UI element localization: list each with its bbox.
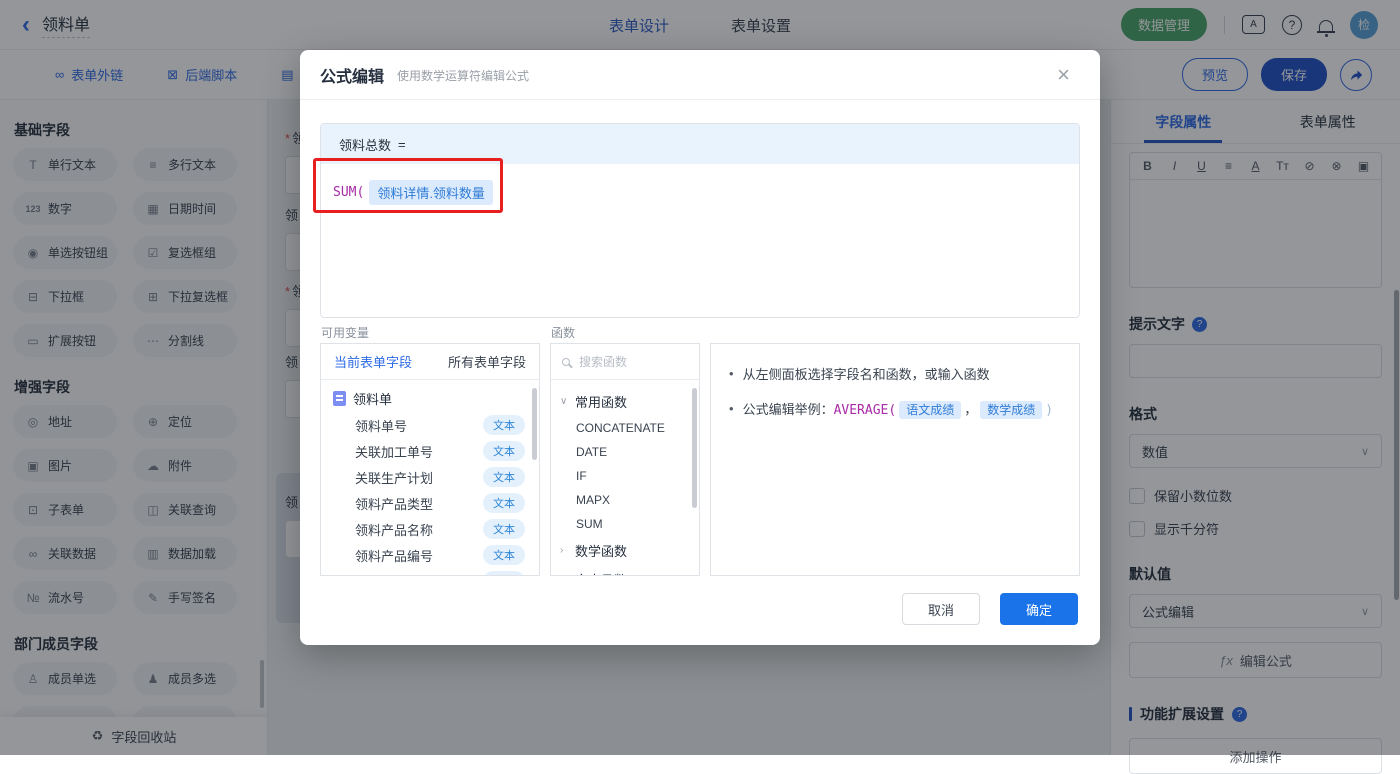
functions-scrollbar[interactable]: [692, 388, 697, 508]
variables-panel: 当前表单字段 所有表单字段 领料单 领料单号文本 关联加工单号文本 关联生产计划…: [320, 343, 540, 576]
formula-close-paren: ): [498, 185, 506, 200]
variable-tree-root[interactable]: 领料单: [321, 380, 539, 412]
type-badge: 文本: [483, 415, 525, 435]
type-badge: 文本: [483, 519, 525, 539]
formula-help-panel: • 从左侧面板选择字段名和函数，或输入函数 • 公式编辑举例：AVERAGE(语…: [710, 343, 1080, 576]
function-search[interactable]: [551, 344, 699, 380]
function-group-math[interactable]: ›数学函数: [551, 536, 699, 565]
dialog-subtitle: 使用数学运算符编辑公式: [397, 67, 529, 84]
help-line-2: 公式编辑举例：AVERAGE(语文成绩，数学成绩): [743, 399, 1054, 418]
search-icon: [562, 358, 570, 366]
tab-all-form-fields[interactable]: 所有表单字段: [448, 352, 526, 371]
example-chip: 数学成绩: [980, 401, 1042, 419]
formula-target: 领料总数: [339, 135, 391, 154]
available-variables-label: 可用变量: [321, 324, 369, 341]
function-group-common[interactable]: ∨常用函数: [551, 387, 699, 416]
cancel-button[interactable]: 取消: [902, 593, 980, 625]
equals-sign: =: [398, 137, 406, 152]
help-line-1: 从左侧面板选择字段名和函数，或输入函数: [743, 364, 990, 383]
functions-panel: ∨常用函数 CONCATENATE DATE IF MAPX SUM ›数学函数…: [550, 343, 700, 576]
formula-variable-chip[interactable]: 领料详情.领料数量: [369, 180, 493, 205]
function-item[interactable]: CONCATENATE: [551, 416, 699, 440]
variable-row[interactable]: 领料产品名称文本: [321, 516, 539, 542]
variable-row[interactable]: 关联加工单号文本: [321, 438, 539, 464]
function-item[interactable]: SUM: [551, 512, 699, 536]
tab-current-form-fields[interactable]: 当前表单字段: [334, 352, 412, 371]
chevron-down-icon: ∨: [560, 396, 569, 407]
bullet-icon: •: [729, 366, 734, 381]
example-chip: 语文成绩: [899, 401, 961, 419]
variable-row[interactable]: 领料产品类型文本: [321, 490, 539, 516]
variables-scrollbar[interactable]: [532, 388, 537, 460]
variable-row[interactable]: 领料单号文本: [321, 412, 539, 438]
confirm-button[interactable]: 确定: [1000, 593, 1078, 625]
type-badge: 文本: [483, 545, 525, 565]
formula-function-token: SUM(: [333, 185, 364, 200]
formula-edit-dialog: 公式编辑 使用数学运算符编辑公式 × 领料总数 = SUM( 领料详情.领料数量…: [300, 50, 1100, 645]
variable-row[interactable]: 文本: [321, 568, 539, 576]
bullet-icon: •: [729, 401, 734, 416]
type-badge: 文本: [483, 493, 525, 513]
chevron-right-icon: ›: [560, 545, 569, 556]
dialog-title: 公式编辑: [320, 63, 384, 87]
type-badge: 文本: [483, 441, 525, 461]
function-item[interactable]: MAPX: [551, 488, 699, 512]
example-function-token: AVERAGE(: [834, 403, 897, 418]
formula-input-area[interactable]: SUM( 领料详情.领料数量 ): [321, 164, 1079, 221]
function-group-text[interactable]: ›文本函数: [551, 565, 699, 576]
variable-row[interactable]: 领料产品编号文本: [321, 542, 539, 568]
variable-row[interactable]: 关联生产计划文本: [321, 464, 539, 490]
type-badge: 文本: [483, 571, 525, 576]
formula-editor: 领料总数 = SUM( 领料详情.领料数量 ): [320, 123, 1080, 318]
form-doc-icon: [333, 391, 346, 406]
functions-label: 函数: [551, 324, 575, 341]
function-item[interactable]: IF: [551, 464, 699, 488]
formula-target-bar: 领料总数 =: [321, 124, 1079, 164]
chevron-right-icon: ›: [560, 574, 569, 576]
type-badge: 文本: [483, 467, 525, 487]
function-search-input[interactable]: [579, 355, 679, 369]
function-item[interactable]: DATE: [551, 440, 699, 464]
close-icon[interactable]: ×: [1057, 64, 1080, 86]
